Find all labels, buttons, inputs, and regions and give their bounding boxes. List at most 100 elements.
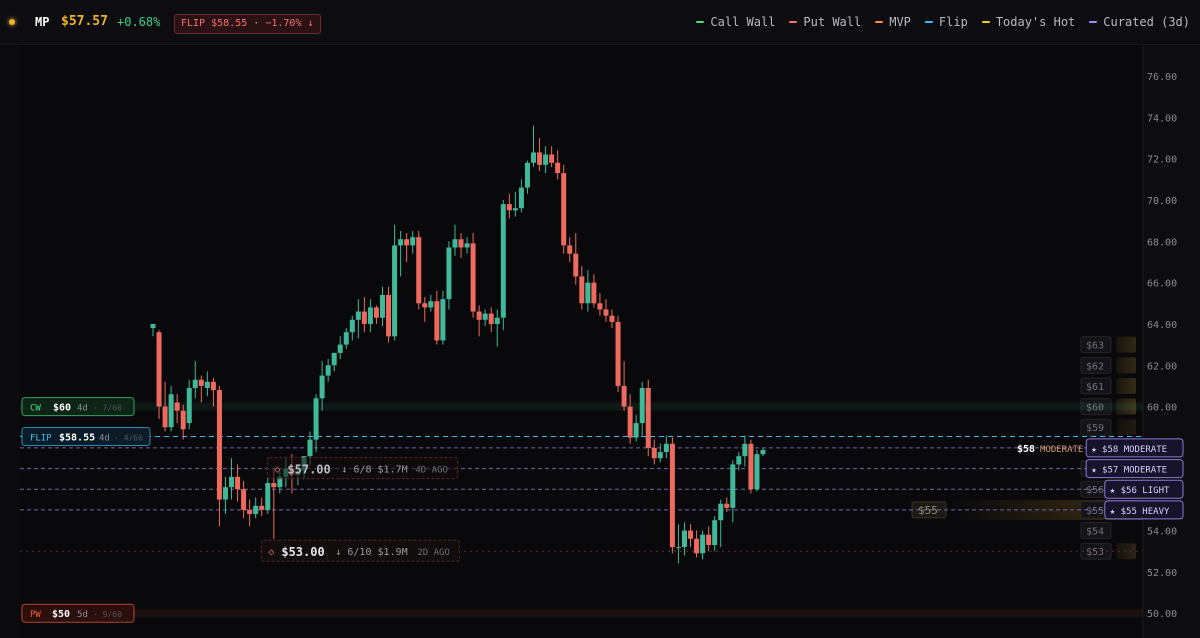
candle-body: [198, 379, 204, 386]
candle-body: [688, 530, 694, 539]
candle[interactable]: [470, 233, 476, 318]
annotation-marker: ◇: [274, 465, 280, 476]
level-tag-price: $50: [52, 609, 70, 620]
candle[interactable]: [754, 449, 760, 492]
candle-body: [265, 483, 271, 510]
candle[interactable]: [416, 230, 422, 310]
level-tag-type: PW: [30, 610, 41, 620]
strike-label: $62: [1086, 361, 1104, 372]
ticker-symbol[interactable]: MP: [35, 13, 49, 31]
candle-body: [156, 332, 162, 407]
candle-body: [518, 187, 524, 209]
candle-body: [639, 387, 645, 424]
legend-swatch: [789, 21, 798, 23]
annotation-ago: 4D AGO: [415, 466, 448, 476]
candle-body: [470, 243, 476, 312]
legend-item[interactable]: Flip: [924, 15, 968, 29]
current-price: $57.57: [61, 14, 108, 29]
candle-body: [760, 449, 766, 455]
candle-body: [355, 311, 361, 320]
candle-body: [440, 299, 446, 341]
price-annotation[interactable]: ◇ $53.00 ↓ 6/10 $1.9M 2D AGO: [260, 539, 460, 562]
y-tick-label: 52.00: [1147, 568, 1177, 579]
legend-item[interactable]: Today's Hot: [981, 15, 1075, 29]
candle-body: [380, 295, 386, 318]
legend-item[interactable]: Curated (3d): [1089, 15, 1190, 29]
candle-body: [730, 464, 736, 508]
candle-body: [319, 375, 325, 399]
level-tag-type: CW: [30, 404, 41, 414]
candle-body: [325, 365, 331, 376]
annotation-marker: ◇: [268, 547, 274, 558]
candle-body: [410, 237, 416, 246]
legend-swatch: [1089, 21, 1098, 23]
flip-badge-sep: ·: [253, 18, 260, 29]
candle[interactable]: [615, 315, 621, 393]
candle-body: [373, 307, 379, 318]
annotation-detail: ↓ 6/10 $1.9M: [335, 547, 407, 558]
candle[interactable]: [669, 437, 675, 554]
strike-label: $61: [1086, 382, 1104, 393]
strike-volume-bar: [1116, 336, 1136, 353]
candle-body: [253, 505, 259, 515]
y-tick-label: 66.00: [1147, 279, 1177, 290]
curated-badge[interactable]: ★ $55 HEAVY: [1104, 500, 1184, 520]
candle-body: [452, 239, 458, 248]
candle-body: [404, 239, 410, 246]
candle-body: [204, 381, 210, 388]
strike-volume-bar: [1116, 419, 1136, 436]
legend-item[interactable]: Call Wall: [696, 15, 775, 29]
candle-body: [458, 239, 464, 248]
candle-body: [416, 237, 422, 304]
flip-badge[interactable]: FLIP $58.55 · −1.70% ↓: [174, 14, 321, 34]
candle-body: [482, 313, 488, 320]
level-tag-price: $58.55: [59, 433, 95, 444]
y-tick-label: 60.00: [1147, 403, 1177, 414]
legend-item[interactable]: MVP: [875, 15, 911, 29]
candle[interactable]: [645, 379, 651, 457]
candle-body: [259, 505, 265, 510]
candle-body: [603, 309, 609, 316]
curated-badge[interactable]: ★ $58 MODERATE: [1085, 438, 1184, 458]
candle[interactable]: [561, 164, 567, 254]
candle-body: [681, 530, 687, 548]
candle-body: [343, 332, 349, 345]
candle-body: [313, 398, 319, 440]
legend: Call Wall Put Wall MVP Flip Today's Hot Curat…: [696, 15, 1190, 29]
candle-body: [271, 483, 277, 488]
level-tag-price: $60: [53, 403, 71, 414]
cw-level-tag[interactable]: CW $60 4d · 7/60: [21, 397, 135, 417]
candle-body: [241, 489, 247, 510]
y-tick-label: 72.00: [1147, 155, 1177, 166]
candle-body: [512, 208, 518, 211]
candle-body: [174, 402, 180, 411]
pw-level-tag[interactable]: PW $50 5d · 9/60: [21, 603, 135, 623]
candle-body: [724, 503, 730, 508]
price-chart[interactable]: 76.00 74.00 72.00 70.00 68.00 66.00 64.00 62.00…: [0, 45, 1200, 638]
candle-body: [585, 282, 591, 304]
strike-volume-bar: [1116, 377, 1136, 394]
y-tick-label: 68.00: [1147, 237, 1177, 248]
flip-badge-change: −1.70% ↓: [265, 18, 314, 29]
legend-swatch: [981, 21, 990, 23]
price-annotation[interactable]: ◇ $57.00 ↓ 6/8 $1.7M 4D AGO: [266, 457, 458, 480]
curated-badge[interactable]: ★ $56 LIGHT: [1104, 479, 1184, 499]
candle-body: [524, 162, 530, 188]
flip-level-tag[interactable]: FLIP $58.55 4d · 4/60: [21, 427, 151, 447]
candle-body: [192, 379, 198, 388]
candle-body: [669, 443, 675, 548]
legend-item[interactable]: Put Wall: [789, 15, 861, 29]
candle-body: [579, 276, 585, 304]
candle-body: [573, 253, 579, 277]
curated-badge[interactable]: ★ $57 MODERATE: [1085, 459, 1184, 479]
candle[interactable]: [386, 286, 392, 343]
candle-body: [488, 313, 494, 324]
candle-body: [651, 447, 657, 459]
y-tick-label: 50.00: [1147, 609, 1177, 620]
candle[interactable]: [156, 330, 162, 419]
candle[interactable]: [748, 439, 754, 494]
candle[interactable]: [500, 199, 506, 331]
candle-body: [476, 311, 482, 320]
level-tag-score: · 4/60: [114, 434, 143, 443]
legend-swatch: [696, 21, 705, 23]
